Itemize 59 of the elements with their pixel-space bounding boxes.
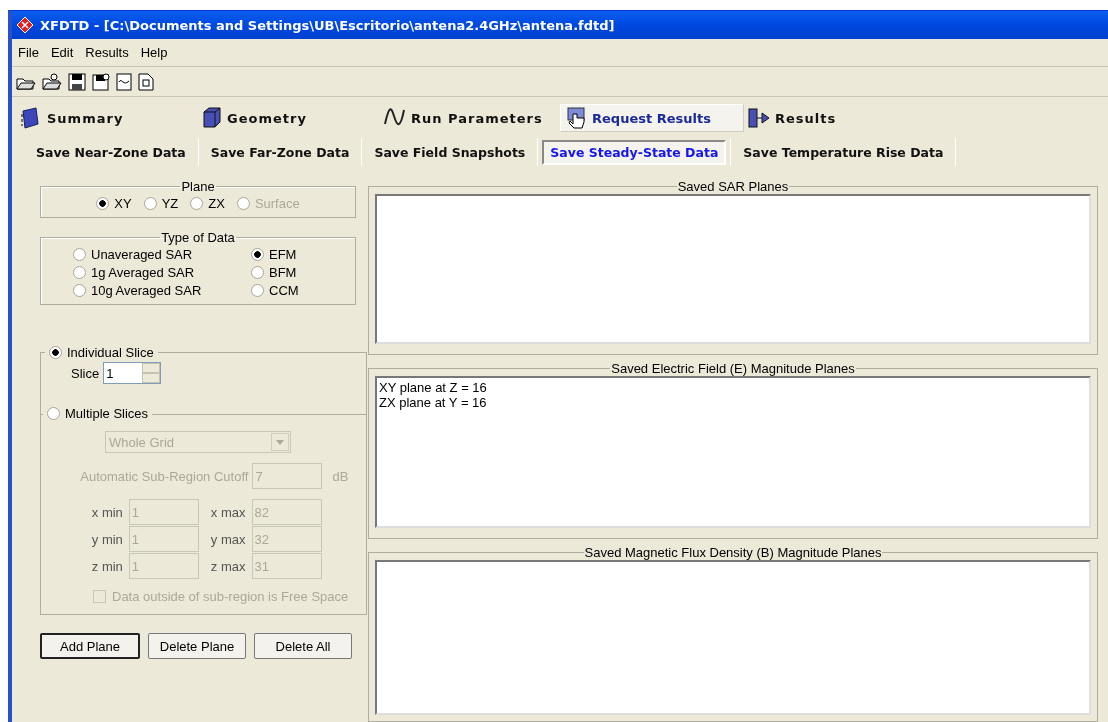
main-tab[interactable]: Summary: [16, 104, 196, 132]
action-button[interactable]: Delete Plane: [148, 633, 246, 659]
menu-item[interactable]: File: [18, 45, 39, 60]
main-tab[interactable]: Results: [744, 104, 864, 132]
open-folder-icon[interactable]: [42, 72, 62, 91]
group-title: Type of Data: [160, 230, 236, 245]
save-icon[interactable]: [68, 72, 86, 91]
dropdown-arrow-icon: [276, 439, 284, 445]
results-arrow-icon: [748, 108, 770, 128]
menu-item[interactable]: Edit: [50, 45, 74, 60]
slice-mode-radio[interactable]: Individual Slice: [49, 345, 154, 360]
save-as-icon[interactable]: [92, 72, 110, 91]
planes-list[interactable]: XY plane at Z = 16 ZX plane at Y = 16: [375, 376, 1091, 528]
main-tab[interactable]: Geometry: [196, 104, 380, 132]
sub-tab[interactable]: Save Far-Zone Data: [202, 139, 358, 165]
field-label: z max: [209, 558, 246, 574]
wave-icon: [384, 108, 405, 126]
group-title: Saved Electric Field (E) Magnitude Planes: [610, 361, 856, 376]
data-type-radio[interactable]: 1g Averaged SAR: [73, 265, 251, 280]
document-icon[interactable]: [138, 72, 154, 91]
action-button[interactable]: Delete All: [254, 633, 352, 659]
hand-pointer-icon: [567, 107, 585, 129]
field-label: x min: [90, 504, 123, 520]
plane-radio[interactable]: ZX: [190, 196, 225, 211]
main-tab[interactable]: Run Parameters: [380, 104, 560, 132]
field-label: x max: [209, 504, 246, 520]
list-item[interactable]: ZX plane at Y = 16: [379, 395, 1087, 410]
data-type-radio[interactable]: CCM: [251, 283, 331, 298]
data-type-radio[interactable]: EFM: [251, 247, 331, 262]
wave-document-icon[interactable]: [116, 72, 132, 91]
field-label: Automatic Sub-Region Cutoff: [80, 468, 249, 484]
group-title: Saved Magnetic Flux Density (B) Magnitude Planes: [583, 545, 883, 560]
main-tab[interactable]: Request Results: [560, 104, 744, 132]
app-logo-icon: [16, 16, 34, 34]
sub-tab[interactable]: Save Field Snapshots: [366, 139, 534, 165]
group-title: Saved SAR Planes: [676, 179, 790, 194]
menu-item[interactable]: Results: [85, 45, 129, 60]
sub-tab[interactable]: Save Temperature Rise Data: [735, 139, 952, 165]
data-type-radio[interactable]: 10g Averaged SAR: [73, 283, 251, 298]
cube-icon: [203, 107, 221, 128]
action-button[interactable]: Add Plane: [40, 633, 140, 659]
field-label: y min: [90, 531, 123, 547]
window-title: XFDTD - [C:\Documents and Settings\UB\Escritorio\antena2.4GHz\antena.fdtd]: [40, 17, 615, 33]
field-label: Slice: [71, 365, 100, 381]
list-item[interactable]: XY plane at Z = 16: [379, 380, 1087, 395]
group-title: Plane: [180, 179, 216, 194]
field-label: z min: [90, 558, 123, 574]
slice-spinner[interactable]: 1: [103, 362, 162, 384]
sub-tab[interactable]: Save Steady-State Data: [542, 139, 727, 165]
menu-item[interactable]: Help: [140, 45, 168, 60]
data-type-radio[interactable]: BFM: [251, 265, 331, 280]
field-label: y max: [209, 531, 246, 547]
summary-icon: [21, 107, 39, 129]
checkbox-label: Data outside of sub-region is Free Space: [112, 589, 349, 604]
unit-label: dB: [332, 468, 349, 484]
plane-radio[interactable]: XY: [96, 196, 132, 211]
sub-tab[interactable]: Save Near-Zone Data: [28, 139, 194, 165]
data-type-radio[interactable]: Unaveraged SAR: [73, 247, 251, 262]
plane-radio[interactable]: YZ: [143, 196, 179, 211]
